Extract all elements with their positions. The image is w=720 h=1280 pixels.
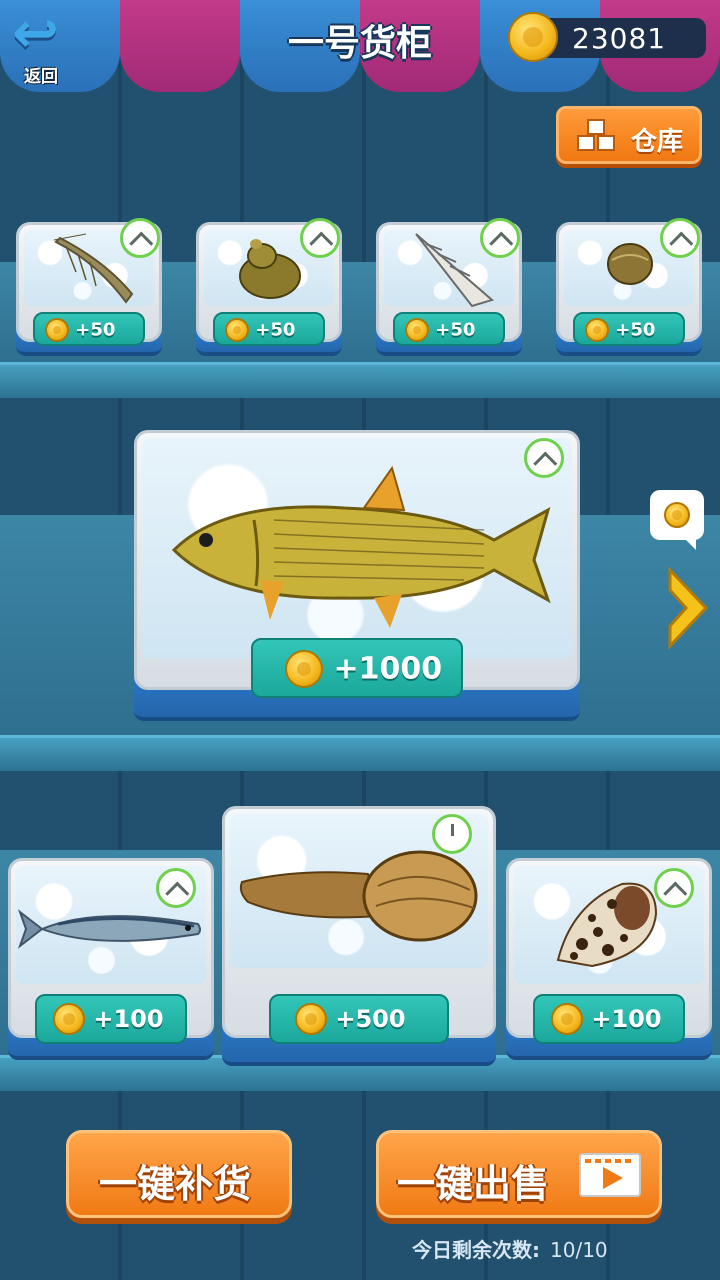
coin-icon xyxy=(295,1003,327,1035)
warehouse-button[interactable]: 仓库 xyxy=(556,106,702,164)
warehouse-label: 仓库 xyxy=(631,127,684,157)
timer-icon xyxy=(654,868,694,908)
reward-badge: +100 xyxy=(35,994,187,1044)
boxes-icon xyxy=(573,119,621,153)
coin-icon xyxy=(551,1003,583,1035)
coin-icon xyxy=(585,318,609,342)
timer-icon xyxy=(524,438,564,478)
reward-value: +50 xyxy=(75,319,116,341)
reward-value: +1000 xyxy=(333,651,443,687)
reward-badge: +50 xyxy=(33,312,145,346)
reward-badge: +50 xyxy=(213,312,325,346)
restock-all-label: 一键补货 xyxy=(99,1162,252,1206)
remaining-value: 10/10 xyxy=(550,1238,608,1262)
back-label: 返回 xyxy=(24,67,58,87)
timer-icon xyxy=(300,218,340,258)
reward-value: +500 xyxy=(335,1005,406,1033)
coin-icon xyxy=(225,318,249,342)
remaining-label: 今日剩余次数: xyxy=(412,1238,540,1262)
reward-value: +50 xyxy=(615,319,656,341)
timer-icon xyxy=(156,868,196,908)
clam-icon xyxy=(607,243,653,285)
reward-badge: +50 xyxy=(573,312,685,346)
reward-value: +100 xyxy=(93,1005,164,1033)
reward-value: +50 xyxy=(435,319,476,341)
tray-snail[interactable]: +50 xyxy=(196,218,342,357)
coin-icon xyxy=(405,318,429,342)
tray-geoduck[interactable]: +500 xyxy=(222,806,496,1066)
reward-badge: +100 xyxy=(533,994,685,1044)
clock-icon xyxy=(432,814,472,854)
reward-badge: +50 xyxy=(393,312,505,346)
reward-badge: +1000 xyxy=(251,638,463,698)
tray-shrimp[interactable]: +50 xyxy=(16,218,162,357)
sell-all-button[interactable]: 一键出售 xyxy=(376,1130,662,1218)
restock-all-button[interactable]: 一键补货 xyxy=(66,1130,292,1218)
timer-icon xyxy=(480,218,520,258)
coin-hint-bubble[interactable] xyxy=(650,490,704,550)
page-title: 一号货柜 xyxy=(287,23,432,64)
timer-icon xyxy=(660,218,700,258)
tray-clam[interactable]: +50 xyxy=(556,218,702,357)
tray-auger-shell[interactable]: +50 xyxy=(376,218,522,357)
next-page-arrow[interactable] xyxy=(666,566,710,650)
tray-spotted-shell[interactable]: +100 xyxy=(506,858,712,1060)
remaining-count: 今日剩余次数: 10/10 xyxy=(412,1234,608,1263)
tray-sardine[interactable]: +100 xyxy=(8,858,214,1060)
tray-golden-dorado[interactable]: +1000 xyxy=(134,430,580,722)
coin-icon xyxy=(664,502,690,528)
geoduck-icon xyxy=(239,850,478,942)
coin-balance: 23081 xyxy=(508,12,706,62)
golden-dorado-icon xyxy=(171,465,551,628)
coin-icon xyxy=(45,318,69,342)
coin-icon xyxy=(285,650,323,688)
timer-icon xyxy=(120,218,160,258)
reward-value: +50 xyxy=(255,319,296,341)
coin-icon xyxy=(53,1003,85,1035)
chevron-right-icon xyxy=(668,566,709,650)
reward-value: +100 xyxy=(591,1005,662,1033)
back-button[interactable]: ↩ 返回 xyxy=(6,1,78,88)
back-arrow-icon: ↩ xyxy=(12,1,59,66)
sell-all-label: 一键出售 xyxy=(397,1162,550,1206)
snail-icon xyxy=(239,239,301,299)
video-ad-icon xyxy=(579,1153,641,1197)
coin-icon xyxy=(508,12,558,62)
spotted-shell-icon xyxy=(556,882,658,968)
reward-badge: +500 xyxy=(269,994,449,1044)
coin-balance-value: 23081 xyxy=(572,22,667,55)
